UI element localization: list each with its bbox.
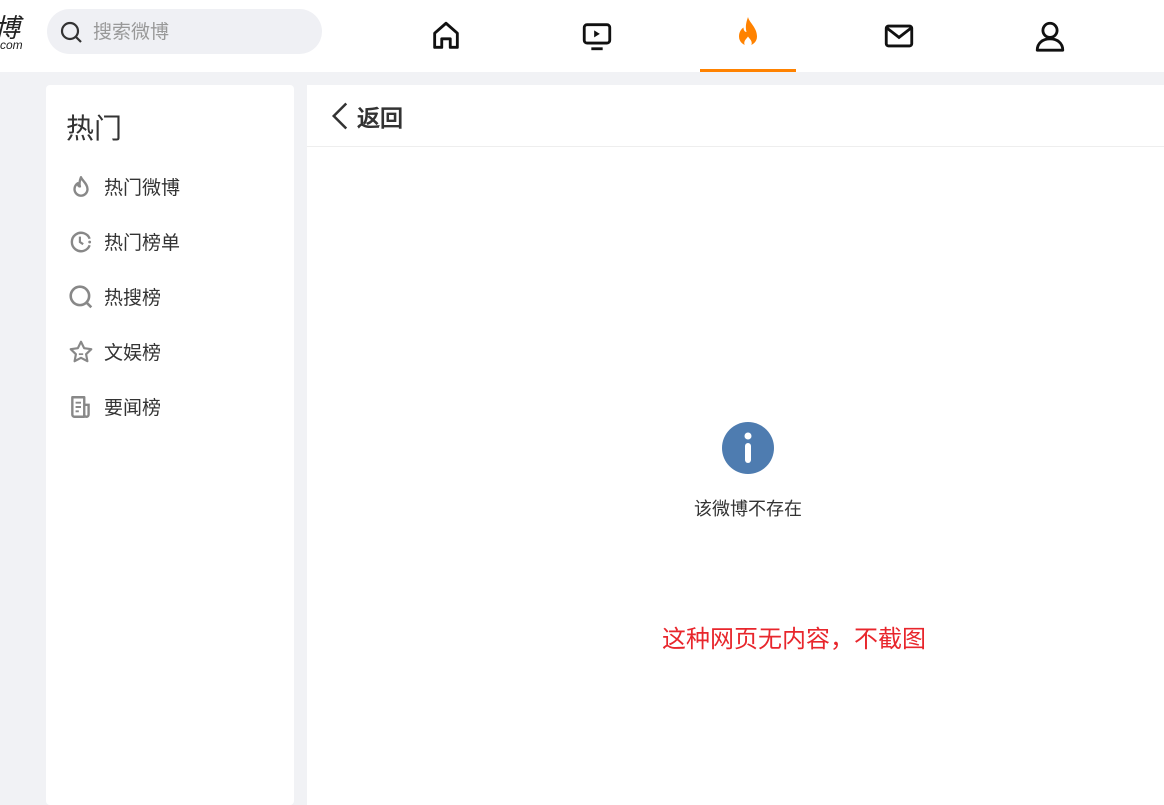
nav-video[interactable] bbox=[549, 0, 645, 72]
sidebar-item-hot-list[interactable]: 热门榜单 bbox=[68, 228, 180, 255]
sidebar-item-label: 热门微博 bbox=[104, 177, 181, 199]
nav-home[interactable] bbox=[398, 0, 494, 72]
sidebar-item-label: 热搜榜 bbox=[104, 287, 162, 309]
nav-profile[interactable] bbox=[1002, 0, 1098, 72]
flame-icon bbox=[73, 175, 89, 197]
search-input[interactable] bbox=[93, 20, 293, 43]
star-icon bbox=[69, 340, 93, 362]
back-label: 返回 bbox=[357, 106, 403, 132]
sidebar-item-entertainment[interactable]: 文娱榜 bbox=[68, 338, 161, 365]
sidebar-item-news[interactable]: 要闻榜 bbox=[68, 393, 161, 420]
logo-domain: com bbox=[0, 38, 23, 52]
weibo-logo[interactable]: 博 com bbox=[0, 8, 30, 54]
hot-flame-icon bbox=[739, 16, 757, 47]
sidebar-item-hot-search[interactable]: 热搜榜 bbox=[68, 283, 161, 310]
news-icon bbox=[71, 395, 90, 418]
search-icon bbox=[69, 284, 93, 308]
nav-hot[interactable] bbox=[700, 0, 796, 72]
back-button[interactable]: 返回 bbox=[329, 99, 403, 133]
sidebar: 热门 热门微博 热门榜单 热搜榜 文娱榜 要闻榜 bbox=[46, 85, 294, 805]
user-icon bbox=[1035, 21, 1065, 52]
mail-icon bbox=[884, 24, 914, 48]
search-icon bbox=[60, 21, 82, 43]
top-bar: 博 com bbox=[0, 0, 1164, 72]
home-icon bbox=[433, 21, 459, 49]
info-icon bbox=[722, 422, 774, 474]
divider bbox=[307, 146, 1164, 147]
clock-icon bbox=[70, 231, 92, 252]
video-icon bbox=[582, 23, 612, 51]
sidebar-item-label: 要闻榜 bbox=[104, 397, 162, 419]
nav-messages[interactable] bbox=[851, 0, 947, 72]
annotation-note: 这种网页无内容，不截图 bbox=[662, 625, 926, 653]
not-found-message: 该微博不存在 bbox=[694, 499, 802, 520]
sidebar-item-label: 文娱榜 bbox=[104, 342, 162, 364]
sidebar-item-label: 热门榜单 bbox=[104, 232, 181, 254]
chevron-left-icon bbox=[331, 102, 348, 130]
sidebar-item-hot-weibo[interactable]: 热门微博 bbox=[68, 173, 180, 200]
main-panel: 返回 该微博不存在 这种网页无内容，不截图 bbox=[307, 85, 1164, 805]
sidebar-title: 热门 bbox=[66, 112, 123, 145]
search-box[interactable] bbox=[47, 9, 322, 54]
